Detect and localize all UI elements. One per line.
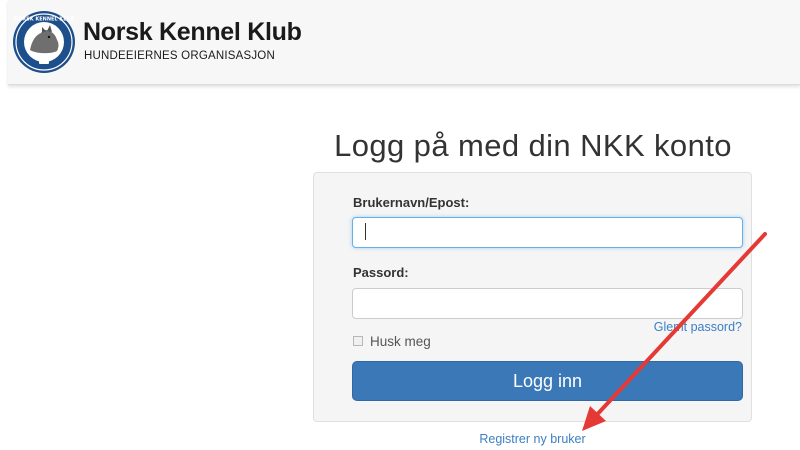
username-input[interactable] [352,217,743,248]
remember-me-checkbox[interactable] [353,336,363,346]
site-header: NORSK KENNEL KLUB Norsk Kennel Klub HUND… [8,0,800,85]
forgot-password-link[interactable]: Glemt passord? [654,320,742,334]
password-label: Passord: [353,265,409,280]
username-label: Brukernavn/Epost: [353,195,470,210]
nkk-logo-icon[interactable]: NORSK KENNEL KLUB [12,10,76,74]
login-button[interactable]: Logg inn [352,361,743,401]
remember-me-label[interactable]: Husk meg [370,334,431,349]
brand-subtitle: HUNDEEIERNES ORGANISASJON [84,50,275,62]
password-input[interactable] [352,288,743,319]
text-caret [365,223,366,240]
svg-text:NORSK KENNEL KLUB: NORSK KENNEL KLUB [14,17,74,23]
page-title: Logg på med din NKK konto [334,128,732,163]
brand-name: Norsk Kennel Klub [83,18,302,46]
register-link[interactable]: Registrer ny bruker [313,432,752,446]
